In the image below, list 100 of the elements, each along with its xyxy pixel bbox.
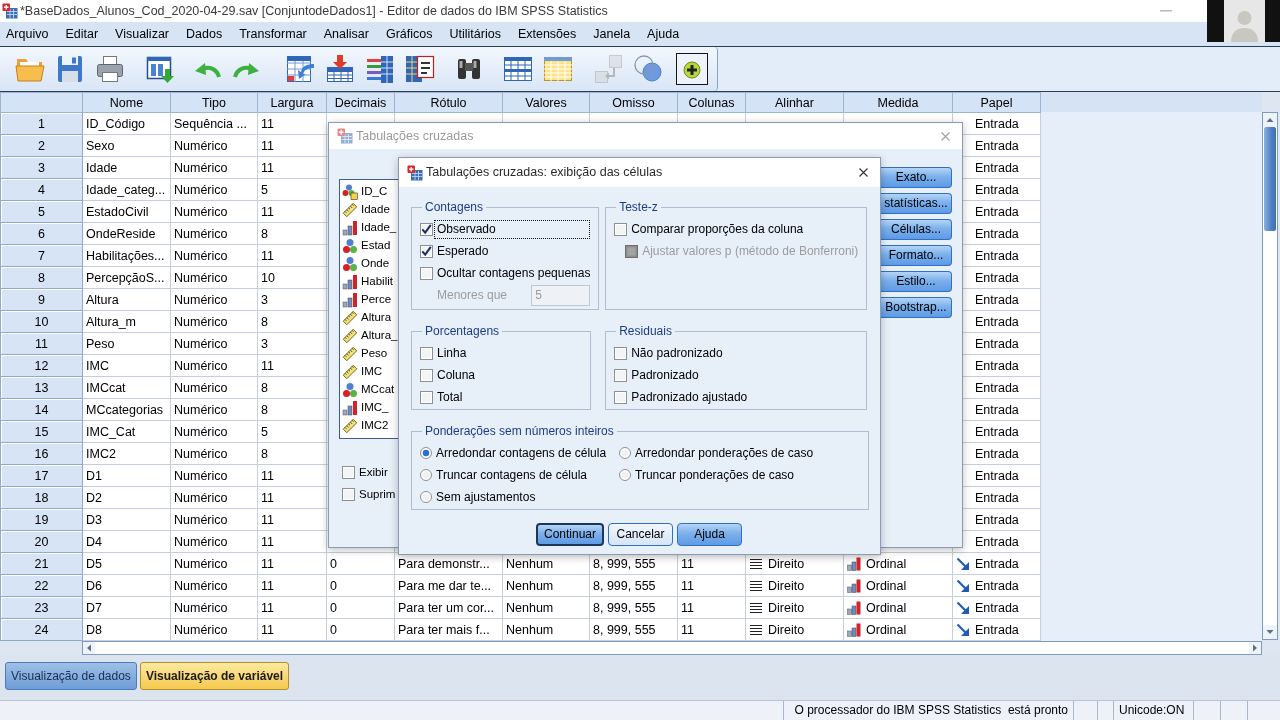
checkbox[interactable] [614, 346, 628, 360]
bars-table-icon[interactable] [364, 53, 396, 85]
table-page-icon[interactable] [404, 53, 436, 85]
scroll-left-icon[interactable] [83, 642, 95, 654]
close-icon[interactable] [859, 168, 868, 177]
row-number[interactable]: 9 [0, 288, 83, 311]
variable-list[interactable]: ID_C Idade Idade_ Estad Onde Habilit Perce Altura Altura_ Peso IMC MCcat IMC_ IMC2 [339, 179, 399, 439]
dialog-button[interactable]: Estilo... [881, 271, 952, 292]
radio-label[interactable]: Sem ajustamentos [436, 489, 536, 505]
checkbox[interactable] [614, 222, 628, 236]
checkbox-label[interactable]: Linha [434, 343, 470, 363]
radio-button[interactable] [619, 469, 631, 481]
checkbox[interactable] [614, 368, 628, 382]
row-number[interactable]: 4 [0, 178, 83, 201]
menu-item[interactable]: Dados [180, 23, 229, 45]
checkbox[interactable] [342, 487, 355, 501]
row-number[interactable]: 23 [0, 596, 83, 619]
table-down-arrow-icon[interactable] [324, 53, 356, 85]
list-item[interactable]: Onde [361, 257, 390, 271]
checkbox[interactable] [420, 222, 433, 236]
dialog-button[interactable]: Cancelar [608, 523, 673, 546]
checkbox-label[interactable]: Observado [434, 219, 591, 239]
menu-item[interactable]: Visualizar [109, 23, 175, 45]
row-number[interactable]: 3 [0, 156, 83, 179]
list-item[interactable]: Altura_ [361, 329, 398, 343]
scrollbar-thumb[interactable] [1264, 127, 1276, 231]
menu-item[interactable]: Analisar [317, 23, 375, 45]
menu-item[interactable]: Ajuda [641, 23, 686, 45]
row-number[interactable]: 22 [0, 574, 83, 597]
row-number[interactable]: 12 [0, 354, 83, 377]
printer-icon[interactable] [94, 53, 126, 85]
scroll-down-icon[interactable] [1263, 625, 1277, 639]
row-number[interactable]: 16 [0, 442, 83, 465]
list-item[interactable]: Estad [361, 239, 391, 253]
row-number[interactable]: 20 [0, 530, 83, 553]
checkbox-label[interactable]: Padronizado [628, 365, 702, 385]
table-cell-text: Entrada [975, 401, 1019, 419]
checkbox[interactable] [420, 368, 433, 382]
menu-item[interactable]: Extensões [511, 23, 583, 45]
row-number[interactable]: 14 [0, 398, 83, 421]
tab[interactable]: Visualização de variável [139, 662, 290, 690]
row-number[interactable]: 11 [0, 332, 83, 355]
radio-button[interactable] [420, 469, 432, 481]
horizontal-scrollbar[interactable] [82, 641, 1262, 655]
dialog-button[interactable]: Bootstrap... [881, 297, 952, 318]
row-number[interactable]: 5 [0, 200, 83, 223]
checkbox-label[interactable]: Ocultar contagens pequenas [434, 263, 594, 283]
checkbox[interactable] [342, 465, 355, 479]
row-number[interactable]: 10 [0, 310, 83, 333]
radio-label[interactable]: Arredondar ponderações de caso [635, 445, 814, 461]
checkbox-label[interactable]: Esperado [434, 241, 492, 261]
tab[interactable]: Visualização de dados [5, 662, 137, 690]
dialog-button[interactable]: Ajuda [677, 523, 742, 546]
dialog-button[interactable]: Continuar [536, 523, 604, 546]
menu-item[interactable]: Editar [59, 23, 105, 45]
menu-item[interactable]: Gráficos [379, 23, 439, 45]
vertical-scrollbar[interactable] [1262, 112, 1278, 640]
list-item[interactable]: Peso [361, 347, 388, 361]
radio-label[interactable]: Truncar contagens de célula [436, 467, 587, 483]
row-number[interactable]: 2 [0, 134, 83, 157]
table-arrow-icon[interactable] [284, 53, 316, 85]
checkbox-label[interactable]: Total [434, 387, 466, 407]
checkbox-label[interactable]: Suprim [356, 484, 399, 504]
checkbox[interactable] [614, 390, 628, 404]
row-number[interactable]: 18 [0, 486, 83, 509]
row-number[interactable]: 7 [0, 244, 83, 267]
checkbox-label[interactable]: Comparar proporções da coluna [628, 219, 807, 239]
scroll-up-icon[interactable] [1263, 113, 1277, 127]
checkbox[interactable] [420, 244, 433, 258]
row-number[interactable]: 24 [0, 618, 83, 641]
radio-button[interactable] [420, 491, 432, 503]
list-item[interactable]: IMC [361, 365, 383, 379]
checkbox-label[interactable]: Padronizado ajustado [628, 387, 751, 407]
checkbox[interactable] [420, 266, 433, 280]
row-number[interactable]: 15 [0, 420, 83, 443]
row-number[interactable]: 17 [0, 464, 83, 487]
row-number[interactable]: 13 [0, 376, 83, 399]
row-number[interactable]: 6 [0, 222, 83, 245]
menu-item[interactable]: Arquivo [0, 23, 55, 45]
row-number[interactable]: 1 [0, 112, 83, 135]
dialog-button[interactable]: Formato... [881, 245, 952, 266]
radio-label[interactable]: Arredondar contagens de célula [436, 445, 607, 461]
checkbox-label[interactable]: Coluna [434, 365, 479, 385]
radio-button[interactable] [619, 447, 631, 459]
scroll-right-icon[interactable] [1249, 642, 1261, 654]
menu-item[interactable]: Utilitários [443, 23, 507, 45]
checkbox-label[interactable]: Não padronizado [628, 343, 726, 363]
row-number[interactable]: 19 [0, 508, 83, 531]
row-number[interactable]: 8 [0, 266, 83, 289]
dialog-button[interactable]: Células... [881, 219, 952, 240]
menu-item[interactable]: Transformar [233, 23, 313, 45]
menu-item[interactable]: Janela [587, 23, 637, 45]
dialog-button[interactable]: statísticas... [881, 193, 952, 214]
checkbox[interactable] [420, 390, 433, 404]
radio-label[interactable]: Truncar ponderações de caso [635, 467, 794, 483]
radio-button[interactable] [420, 447, 432, 459]
dialog-button[interactable]: Exato... [881, 167, 952, 188]
row-number[interactable]: 21 [0, 552, 83, 575]
checkbox[interactable] [420, 346, 433, 360]
overlapping-circles-icon[interactable] [632, 53, 664, 85]
